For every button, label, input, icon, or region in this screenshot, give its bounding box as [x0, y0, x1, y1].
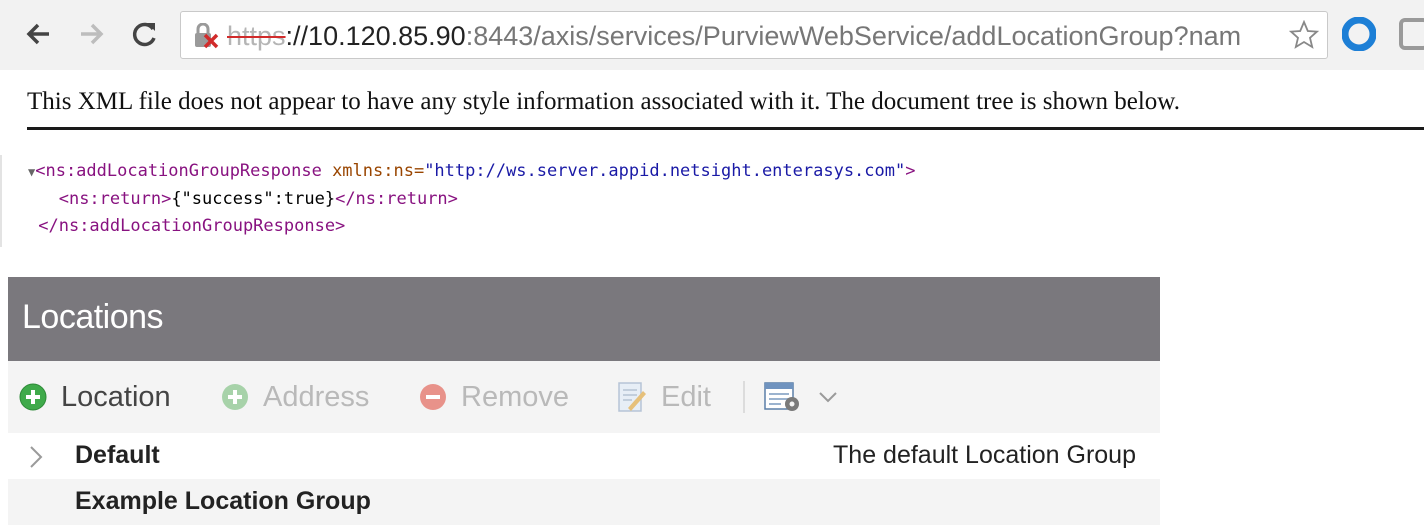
back-arrow-icon [26, 23, 49, 45]
address-bar[interactable]: https://10.120.85.90:8443/axis/services/… [180, 11, 1328, 59]
extension-icon[interactable] [1398, 17, 1424, 51]
locations-panel-header: Locations [8, 277, 1160, 361]
table-settings-icon [764, 382, 799, 411]
table-row[interactable]: Example Location Group [8, 479, 1160, 525]
url-scheme: https [227, 21, 286, 51]
xml-attribute-name: xmlns:ns= [332, 161, 425, 181]
xml-close-tag: </ns:addLocationGroupResponse> [38, 216, 346, 236]
add-address-button[interactable]: Address [220, 377, 369, 417]
edit-icon [618, 382, 646, 412]
forward-arrow-icon [81, 23, 104, 45]
table-options-dropdown[interactable] [763, 377, 839, 417]
forward-button[interactable] [74, 16, 110, 52]
xml-attribute-value: "http://ws.server.appid.netsight.enteras… [424, 161, 906, 181]
location-group-name: Example Location Group [75, 487, 371, 515]
reload-button[interactable] [127, 16, 163, 52]
add-location-button[interactable]: Location [18, 377, 171, 417]
panel-title: Locations [22, 298, 164, 336]
divider [0, 155, 12, 247]
chevron-right-icon[interactable] [28, 445, 44, 469]
location-button-label: Location [61, 380, 171, 413]
star-icon[interactable] [1289, 20, 1319, 50]
toolbar-separator [743, 381, 745, 413]
xml-return-text: {"success":true} [171, 189, 336, 209]
xml-open-tag-end: > [905, 161, 916, 181]
edit-button[interactable]: Edit [616, 377, 711, 417]
url-path: :8443/axis/services/PurviewWebService/ad… [465, 21, 1242, 51]
chevron-down-icon [819, 392, 837, 403]
remove-button-label: Remove [461, 380, 569, 413]
address-button-label: Address [263, 380, 370, 413]
add-circle-icon [19, 383, 47, 411]
remove-circle-icon [420, 384, 446, 410]
remove-button[interactable]: Remove [418, 377, 569, 417]
xml-return-open: <ns:return> [58, 189, 172, 209]
location-group-name: Default [75, 441, 160, 469]
url-host: ://10.120.85.90 [285, 21, 466, 51]
xml-open-tag: <ns:addLocationGroupResponse [35, 161, 322, 181]
table-row[interactable]: Default The default Location Group [8, 433, 1160, 479]
edit-button-label: Edit [661, 380, 711, 413]
back-button[interactable] [20, 16, 56, 52]
reload-icon [132, 22, 156, 47]
opera-icon[interactable] [1342, 17, 1376, 51]
insecure-lock-icon [195, 23, 219, 49]
xml-return-close: </ns:return> [335, 189, 458, 209]
divider [27, 127, 1424, 130]
location-group-description: The default Location Group [833, 441, 1136, 469]
url-text: https://10.120.85.90:8443/axis/services/… [227, 21, 1241, 52]
xml-style-notice: This XML file does not appear to have an… [27, 88, 1180, 115]
locations-toolbar: Location Address Remove Edit [8, 361, 1160, 433]
add-circle-icon [222, 384, 248, 410]
browser-toolbar: https://10.120.85.90:8443/axis/services/… [0, 0, 1424, 70]
xml-document-tree: ▼<ns:addLocationGroupResponse xmlns:ns="… [28, 158, 915, 240]
